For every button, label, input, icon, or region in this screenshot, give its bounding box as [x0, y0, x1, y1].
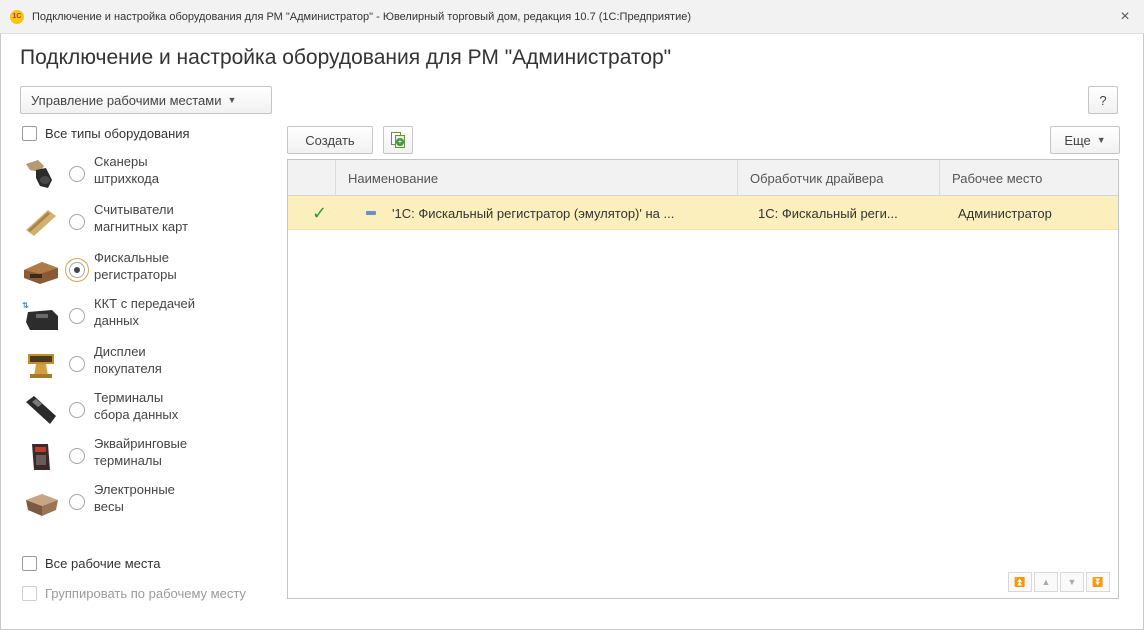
scroll-to-first-icon[interactable]: ⏫: [1008, 572, 1032, 592]
table-navigation: ⏫ ▲ ▼ ⏬: [1008, 572, 1110, 592]
column-workplace[interactable]: Рабочее место: [940, 160, 1118, 196]
table-header: Наименование Обработчик драйвера Рабочее…: [288, 160, 1118, 196]
help-button[interactable]: ?: [1088, 86, 1118, 114]
chevron-down-icon: ▼: [227, 95, 237, 105]
table-row[interactable]: ✓ '1С: Фискальный регистратор (эмулятор)…: [288, 196, 1118, 230]
radio-online-cash-registers[interactable]: [69, 308, 85, 324]
all-types-checkbox[interactable]: [22, 126, 37, 141]
all-workplaces-checkbox[interactable]: [22, 556, 37, 571]
help-label: ?: [1099, 92, 1107, 108]
app-1c-icon: 1С: [10, 9, 24, 24]
close-window-button[interactable]: ×: [1114, 6, 1136, 28]
all-types-label: Все типы оборудования: [45, 126, 190, 141]
acquiring-terminal-icon: [32, 444, 50, 470]
window-title: Подключение и настройка оборудования для…: [32, 10, 691, 23]
more-menu-button[interactable]: Еще ▼: [1050, 126, 1120, 154]
equipment-type-label: Терминалы сбора данных: [94, 390, 179, 422]
radio-scales[interactable]: [69, 494, 85, 510]
item-state-icon: [366, 211, 376, 215]
column-driver[interactable]: Обработчик драйвера: [738, 160, 940, 196]
workplaces-menu-label: Управление рабочими местами: [31, 92, 222, 108]
equipment-type-data-terminals[interactable]: Терминалы сбора данных: [20, 388, 270, 434]
radio-barcode-scanners[interactable]: [69, 166, 85, 182]
group-by-workplace-label: Группировать по рабочему месту: [45, 586, 246, 601]
equipment-type-label: ККТ с передачей данных: [94, 296, 196, 328]
customer-display-icon: [28, 354, 54, 378]
copy-add-icon: +: [391, 132, 405, 148]
equipment-type-barcode-scanners[interactable]: Сканеры штрихкода: [20, 152, 270, 198]
group-by-workplace-checkbox: [22, 586, 37, 601]
equipment-type-acquiring-terminals[interactable]: Эквайринговые терминалы: [20, 434, 270, 480]
equipment-type-fiscal-registers[interactable]: Фискальные регистраторы: [20, 248, 270, 294]
group-by-workplace-checkbox-row: Группировать по рабочему месту: [22, 586, 246, 601]
cell-driver[interactable]: 1С: Фискальный реги...: [758, 196, 938, 230]
equipment-type-label: Электронные весы: [94, 482, 175, 514]
active-check-icon: ✓: [312, 202, 328, 223]
equipment-type-online-cash-registers[interactable]: ⇅ ККТ с передачей данных: [20, 294, 270, 340]
window-titlebar: 1С Подключение и настройка оборудования …: [0, 0, 1144, 34]
equipment-type-label: Эквайринговые терминалы: [94, 436, 188, 468]
fiscal-register-icon: [24, 262, 58, 284]
page-title: Подключение и настройка оборудования для…: [20, 46, 672, 69]
equipment-type-label: Дисплеи покупателя: [94, 344, 162, 376]
equipment-type-label: Фискальные регистраторы: [94, 250, 177, 282]
all-workplaces-label: Все рабочие места: [45, 556, 161, 571]
equipment-type-card-readers[interactable]: Считыватели магнитных карт: [20, 200, 270, 246]
scroll-up-icon[interactable]: ▲: [1034, 572, 1058, 592]
chevron-down-icon: ▼: [1096, 135, 1106, 145]
all-types-checkbox-row[interactable]: Все типы оборудования: [22, 126, 190, 141]
svg-text:⇅: ⇅: [22, 301, 29, 310]
all-workplaces-checkbox-row[interactable]: Все рабочие места: [22, 556, 160, 571]
cell-workplace[interactable]: Администратор: [958, 196, 1116, 230]
scroll-down-icon[interactable]: ▼: [1060, 572, 1084, 592]
column-status[interactable]: [288, 160, 336, 196]
data-terminal-icon: [26, 396, 56, 424]
equipment-type-scales[interactable]: Электронные весы: [20, 480, 270, 526]
cell-name[interactable]: '1С: Фискальный регистратор (эмулятор)' …: [366, 196, 738, 230]
copy-button[interactable]: +: [383, 126, 413, 154]
equipment-type-label: Считыватели магнитных карт: [94, 202, 189, 234]
card-reader-icon: [26, 210, 56, 236]
radio-acquiring-terminals[interactable]: [69, 448, 85, 464]
equipment-table[interactable]: Наименование Обработчик драйвера Рабочее…: [287, 159, 1119, 599]
radio-data-terminals[interactable]: [69, 402, 85, 418]
scroll-to-last-icon[interactable]: ⏬: [1086, 572, 1110, 592]
equipment-type-label: Сканеры штрихкода: [94, 154, 159, 186]
online-cash-register-icon: ⇅: [22, 301, 58, 330]
column-name[interactable]: Наименование: [336, 160, 738, 196]
create-label: Создать: [305, 132, 355, 148]
more-label: Еще: [1064, 132, 1091, 148]
cell-name-text: '1С: Фискальный регистратор (эмулятор)' …: [392, 205, 675, 221]
scales-icon: [26, 494, 58, 516]
workplaces-menu-button[interactable]: Управление рабочими местами ▼: [20, 86, 272, 114]
barcode-scanner-icon: [26, 160, 52, 188]
radio-customer-displays[interactable]: [69, 356, 85, 372]
radio-fiscal-registers[interactable]: [69, 262, 85, 278]
create-button[interactable]: Создать: [287, 126, 373, 154]
radio-card-readers[interactable]: [69, 214, 85, 230]
equipment-type-customer-displays[interactable]: Дисплеи покупателя: [20, 342, 270, 388]
